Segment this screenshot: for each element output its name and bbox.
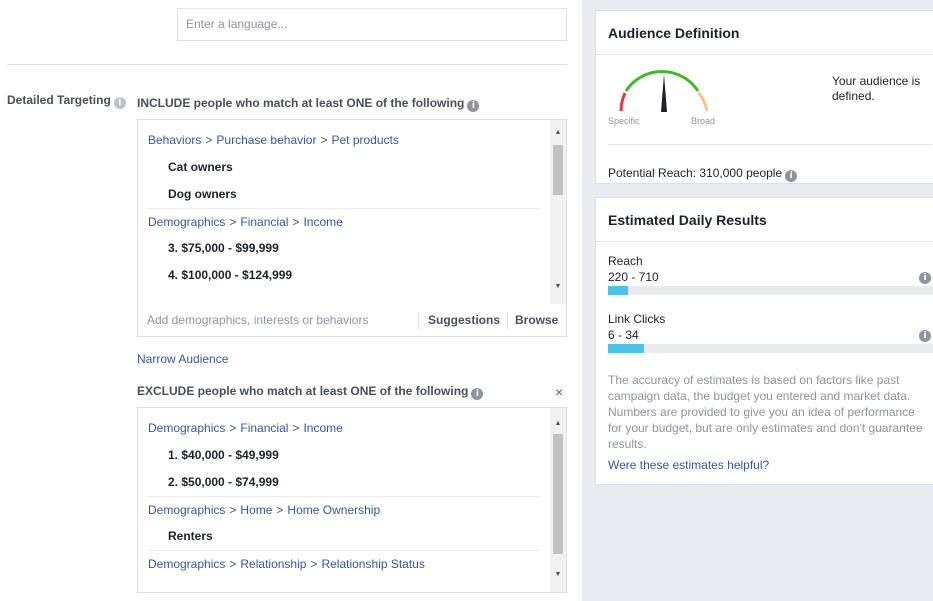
audience-status: Your audience is defined.: [832, 74, 921, 103]
include-scrollbar[interactable]: ▲ ▼: [550, 120, 566, 304]
targeting-path: Demographics > Financial > Income: [148, 415, 540, 442]
targeting-path: Demographics > Financial > Income: [148, 208, 540, 235]
suggestions-button[interactable]: Suggestions: [418, 312, 500, 329]
card-divider: [596, 54, 933, 55]
browse-button[interactable]: Browse: [507, 312, 558, 329]
path-separator: >: [310, 557, 318, 571]
potential-reach: Potential Reach: 310,000 people i: [608, 166, 798, 182]
estimated-results-card: Estimated Daily Results Reach 220 - 710 …: [595, 197, 933, 485]
include-title: INCLUDE people who match at least ONE of…: [137, 96, 480, 112]
path-separator: >: [320, 133, 328, 147]
audience-definition-title: Audience Definition: [608, 25, 740, 41]
scroll-thumb[interactable]: [553, 145, 563, 195]
path-segment-link[interactable]: Relationship: [240, 557, 306, 571]
targeting-item[interactable]: Cat owners: [148, 154, 540, 181]
gauge-specific-label: Specific: [608, 116, 640, 126]
exclude-title: EXCLUDE people who match at least ONE of…: [137, 384, 484, 400]
info-icon[interactable]: i: [113, 97, 126, 109]
potential-reach-text: Potential Reach: 310,000 people: [608, 166, 783, 180]
targeting-item[interactable]: 4. $100,000 - $124,999: [148, 262, 540, 289]
estimates-disclaimer: The accuracy of estimates is based on fa…: [608, 373, 923, 451]
estimates-helpful-link[interactable]: Were these estimates helpful?: [608, 458, 769, 472]
path-segment-link[interactable]: Demographics: [148, 503, 225, 517]
add-targeting-row: Add demographics, interests or behaviors…: [137, 304, 567, 337]
link-clicks-bar-fill: [608, 344, 644, 353]
path-segment-link[interactable]: Behaviors: [148, 133, 201, 147]
path-separator: >: [229, 421, 237, 435]
audience-definition-card: Audience Definition Specific Broad Your …: [595, 10, 933, 184]
add-targeting-input[interactable]: Add demographics, interests or behaviors: [147, 313, 368, 327]
path-separator: >: [292, 421, 300, 435]
link-clicks-label: Link Clicks: [608, 312, 666, 326]
path-segment-link[interactable]: Purchase behavior: [216, 133, 316, 147]
targeting-item[interactable]: Renters: [148, 523, 540, 550]
detailed-targeting-text: Detailed Targeting: [7, 93, 111, 107]
info-icon[interactable]: i: [919, 330, 931, 342]
card-divider: [608, 144, 932, 145]
targeting-path: Demographics > Home > Home Ownership: [148, 496, 540, 523]
estimated-results-title: Estimated Daily Results: [608, 212, 767, 228]
detailed-targeting-label: Detailed Targeting i: [7, 93, 126, 109]
card-divider: [596, 241, 933, 242]
language-input[interactable]: Enter a language...: [177, 8, 567, 41]
path-segment-link[interactable]: Relationship Status: [321, 557, 424, 571]
path-segment-link[interactable]: Home: [240, 503, 272, 517]
audience-gauge-icon: [619, 70, 709, 112]
targeting-path: Behaviors > Purchase behavior > Pet products: [148, 127, 540, 154]
scroll-down-arrow-icon[interactable]: ▼: [550, 280, 566, 294]
exclude-title-text: EXCLUDE people who match at least ONE of…: [137, 384, 469, 398]
link-clicks-bar: [608, 344, 933, 353]
include-box: Behaviors > Purchase behavior > Pet products…: [137, 119, 567, 305]
path-segment-link[interactable]: Demographics: [148, 421, 225, 435]
info-icon[interactable]: i: [919, 272, 931, 284]
reach-bar: [608, 286, 933, 295]
reach-value: 220 - 710: [608, 270, 659, 284]
targeting-item[interactable]: Dog owners: [148, 181, 540, 208]
exclude-scrollbar[interactable]: ▲ ▼: [550, 408, 566, 592]
include-title-text: INCLUDE people who match at least ONE of…: [137, 96, 465, 110]
info-icon[interactable]: i: [785, 170, 798, 182]
path-segment-link[interactable]: Demographics: [148, 215, 225, 229]
info-icon[interactable]: i: [467, 100, 480, 112]
scroll-up-arrow-icon[interactable]: ▲: [550, 126, 566, 140]
reach-label: Reach: [608, 254, 643, 268]
include-list: Behaviors > Purchase behavior > Pet products…: [138, 120, 550, 304]
narrow-audience-link[interactable]: Narrow Audience: [137, 352, 228, 366]
path-segment-link[interactable]: Home Ownership: [287, 503, 380, 517]
path-segment-link[interactable]: Income: [303, 421, 342, 435]
exclude-list: Demographics > Financial > Income 1. $40,000 …: [138, 408, 550, 592]
gauge-broad-label: Broad: [691, 116, 716, 126]
targeting-item[interactable]: 2. $50,000 - $74,999: [148, 469, 540, 496]
link-clicks-value: 6 - 34: [608, 328, 639, 342]
targeting-item[interactable]: 3. $75,000 - $99,999: [148, 235, 540, 262]
scroll-up-arrow-icon[interactable]: ▲: [550, 417, 566, 431]
targeting-panel: Enter a language... Detailed Targeting i …: [0, 0, 582, 601]
targeting-path: Demographics > Relationship > Relationship S…: [148, 550, 540, 577]
path-separator: >: [205, 133, 213, 147]
path-segment-link[interactable]: Demographics: [148, 557, 225, 571]
reach-bar-fill: [608, 286, 628, 295]
path-segment-link[interactable]: Financial: [240, 421, 288, 435]
path-segment-link[interactable]: Financial: [240, 215, 288, 229]
info-icon[interactable]: i: [471, 388, 484, 400]
section-divider: [7, 64, 567, 65]
scroll-thumb[interactable]: [553, 434, 563, 554]
scroll-down-arrow-icon[interactable]: ▼: [550, 568, 566, 582]
targeting-item[interactable]: 1. $40,000 - $49,999: [148, 442, 540, 469]
path-segment-link[interactable]: Income: [303, 215, 342, 229]
path-separator: >: [229, 557, 237, 571]
path-separator: >: [229, 503, 237, 517]
path-separator: >: [229, 215, 237, 229]
path-segment-link[interactable]: Pet products: [331, 133, 398, 147]
path-separator: >: [292, 215, 300, 229]
path-separator: >: [276, 503, 284, 517]
exclude-box: Demographics > Financial > Income 1. $40,000 …: [137, 407, 567, 593]
close-icon[interactable]: ×: [555, 384, 563, 400]
